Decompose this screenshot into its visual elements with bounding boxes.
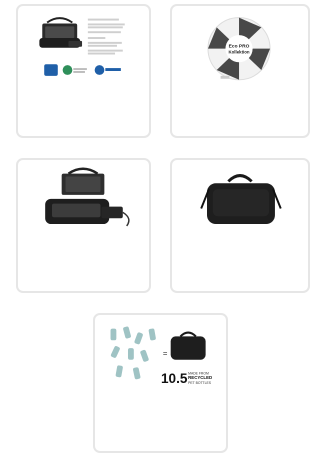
gallery-thumbnail-5[interactable]: = 10.5 MADE FROM RECYCLED PET BOTTLES xyxy=(93,313,228,453)
gallery-thumbnail-1[interactable] xyxy=(16,4,151,138)
bag-open-laptop-image xyxy=(45,167,130,227)
gallery-thumbnail-4[interactable] xyxy=(170,158,310,293)
caption-line-2: RECYCLED xyxy=(188,375,212,380)
gallery-thumbnail-2[interactable]: Eco PRO Kollektion xyxy=(170,4,310,138)
pet-bottles xyxy=(110,326,156,380)
recycled-badge-icon xyxy=(44,64,58,76)
equals-sign: = xyxy=(163,349,168,358)
recycled-bottles-image: = 10.5 MADE FROM RECYCLED PET BOTTLES xyxy=(110,326,212,386)
product-feature-image xyxy=(39,17,125,76)
feature-list xyxy=(87,18,125,55)
feature-wheel-image: Eco PRO Kollektion xyxy=(207,17,271,81)
gallery-thumbnail-3[interactable] xyxy=(16,158,151,293)
charger-icon xyxy=(101,206,123,219)
eco-badges xyxy=(44,64,121,76)
sustainable-badge-icon xyxy=(62,65,73,75)
caption-line-3: PET BOTTLES xyxy=(188,381,212,385)
bag-closed-image xyxy=(200,174,282,225)
bottle-count: 10.5 xyxy=(161,371,188,386)
bag-small xyxy=(170,331,206,360)
vivid-badge-icon xyxy=(94,65,105,75)
wheel-subtitle: Kollektion xyxy=(228,50,249,55)
laptop-bag-open xyxy=(39,17,83,48)
